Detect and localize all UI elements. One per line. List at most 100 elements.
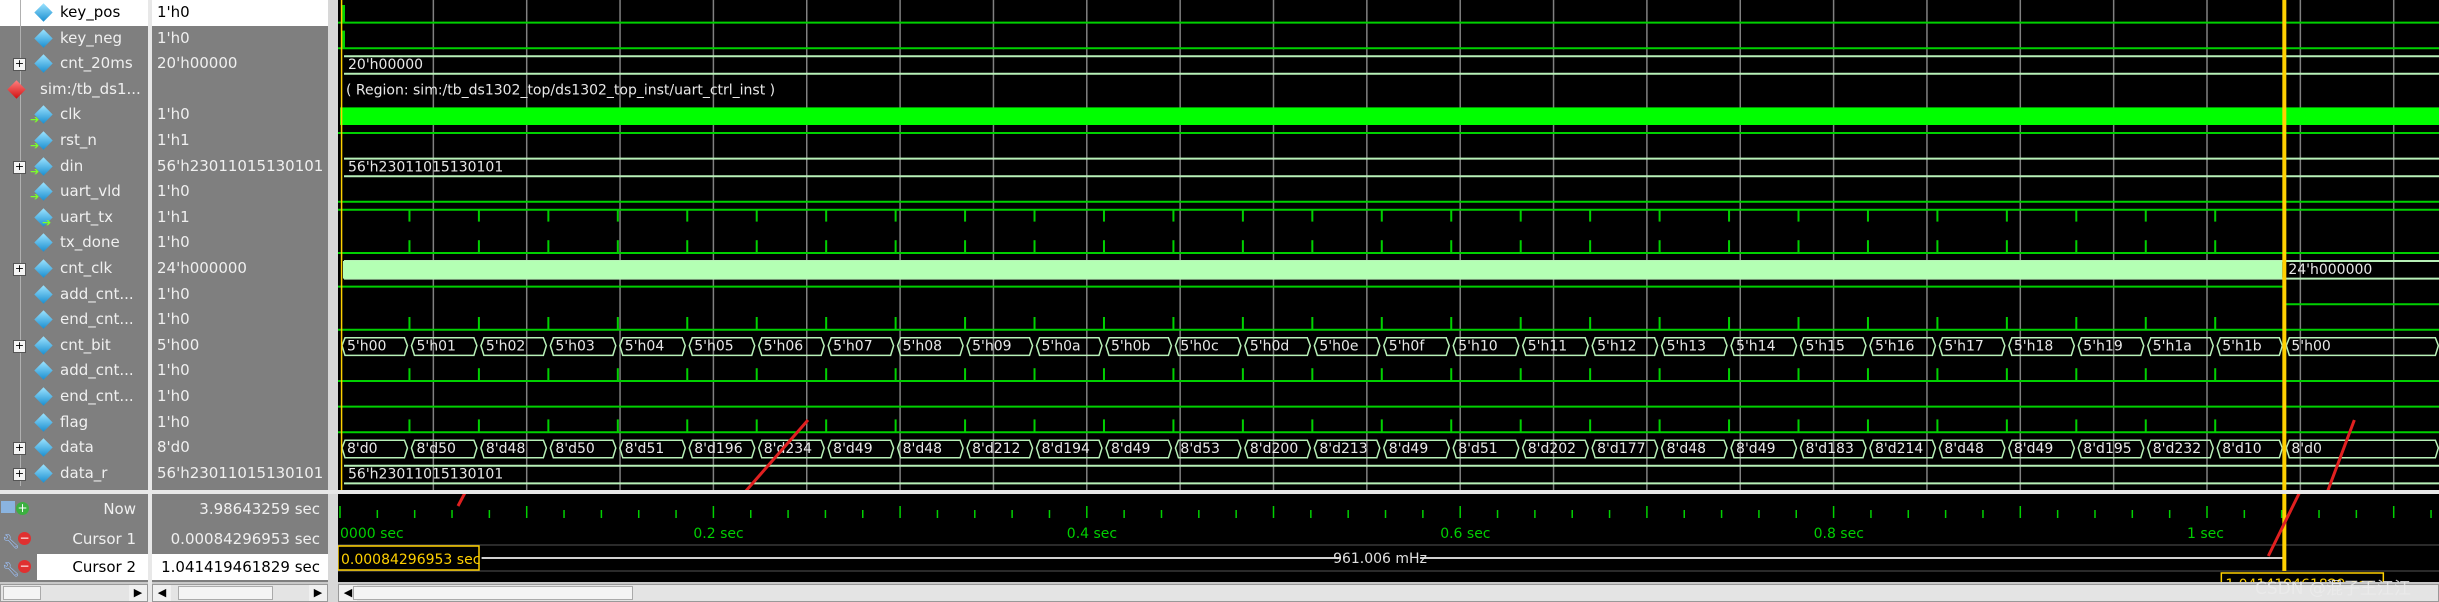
scroll-right-button[interactable]: ▶	[129, 585, 147, 601]
signal-diamond-icon	[34, 284, 53, 304]
bus-segment-label: 8'd214	[1875, 441, 1923, 457]
signal-row[interactable]: + data_r	[0, 460, 148, 487]
bus-value: 20'h00000	[348, 57, 423, 73]
signal-name: key_pos	[60, 3, 121, 21]
signal-value-row[interactable]: 1'h0	[152, 307, 328, 333]
signal-value-row[interactable]: 1'h0	[152, 230, 328, 256]
signal-value: 1'h0	[157, 28, 190, 47]
signal-row[interactable]: ➔ uart_tx	[0, 204, 148, 231]
signal-row[interactable]: key_neg	[0, 25, 148, 52]
signal-value-row[interactable]: 20'h00000	[152, 51, 328, 77]
busy-fill	[343, 261, 2283, 279]
names-scrollbar[interactable]: ▶	[0, 584, 148, 602]
signal-value: 1'h0	[157, 310, 190, 329]
waveform-area[interactable]: 20'h00000 ( Region: sim:/tb_ds1302_top/ds…	[338, 0, 2439, 490]
scroll-right-button[interactable]: ▶	[309, 585, 327, 601]
cursor-timeline[interactable]: 0000 sec 0.2 sec 0.4 sec 0.6 sec 0.8 sec 1 se…	[338, 494, 2439, 582]
bus-segment-label: 5'h15	[1806, 339, 1845, 355]
signal-row[interactable]: + cnt_20ms	[0, 51, 148, 77]
pane-splitter[interactable]	[328, 0, 338, 602]
bus-segment-label: 8'd48	[903, 441, 942, 457]
signal-value-row[interactable]: 56'h23011015130101	[152, 461, 328, 487]
signal-row[interactable]: add_cnt...	[0, 281, 148, 308]
bus-segment-label: 8'd48	[1667, 441, 1706, 457]
signal-value-row[interactable]: 5'h00	[152, 333, 328, 359]
signal-value-row[interactable]: 24'h000000	[152, 256, 328, 282]
signal-value: 5'h00	[157, 335, 200, 354]
bus-segment-label: 5'h00	[347, 339, 386, 355]
scroll-thumb[interactable]	[3, 586, 41, 600]
signal-diamond-icon	[34, 233, 53, 253]
scroll-thumb[interactable]	[353, 586, 633, 600]
signal-value-row[interactable]: 1'h0	[152, 358, 328, 384]
bus-segment-label: 5'h10	[1458, 339, 1497, 355]
signal-value: 1'h0	[157, 284, 190, 303]
signal-name: end_cnt...	[60, 310, 134, 329]
signal-value-row[interactable]: 56'h23011015130101	[152, 154, 328, 180]
signal-row[interactable]: end_cnt...	[0, 307, 148, 333]
bus-segment-label: 5'h05	[694, 339, 733, 355]
cursor2-row[interactable]: 🔧︎ − Cursor 2	[0, 554, 148, 580]
signal-value-row[interactable]: 1'h0	[152, 410, 328, 436]
signal-row[interactable]: add_cnt...	[0, 358, 148, 384]
signal-row[interactable]: + cnt_clk	[0, 256, 148, 282]
signal-diamond-icon	[34, 464, 53, 483]
expand-icon[interactable]: +	[13, 339, 26, 353]
expand-icon[interactable]: +	[13, 467, 26, 481]
add-cursor-icon[interactable]: +	[16, 502, 29, 515]
signal-row[interactable]: key_pos	[0, 0, 148, 26]
signal-name: uart_vld	[60, 182, 121, 201]
signal-row[interactable]: + ➔ din	[0, 153, 148, 180]
signal-row[interactable]: ➔ uart_vld	[0, 179, 148, 205]
bus-segment-label: 8'd0	[347, 441, 378, 457]
bus-segment-label: 8'd212	[972, 441, 1020, 457]
signal-value: 1'h0	[157, 3, 190, 21]
cursor2-value[interactable]: 1.041419461829 sec	[161, 554, 320, 580]
wave-scrollbar[interactable]: ◀	[338, 584, 2439, 602]
signal-row[interactable]: end_cnt...	[0, 384, 148, 410]
signal-value-row[interactable]: 1'h0	[152, 0, 328, 26]
clock-fill	[340, 107, 2439, 125]
expand-icon[interactable]: +	[13, 263, 26, 276]
signal-name: add_cnt...	[60, 361, 134, 380]
signal-value-row[interactable]: 1'h0	[152, 384, 328, 410]
signal-row[interactable]: + cnt_bit	[0, 332, 148, 359]
bus-segment-label: 8'd49	[833, 441, 872, 457]
wrench-icon[interactable]: 🔧︎	[2, 557, 20, 583]
signal-row[interactable]: ➔ rst_n	[0, 128, 148, 154]
expand-icon[interactable]: +	[13, 58, 26, 72]
wrench-icon[interactable]: 🔧︎	[2, 529, 20, 555]
cursor1-row[interactable]: 🔧︎ − Cursor 1	[0, 526, 148, 552]
signal-value-row[interactable]: 1'h0	[152, 282, 328, 308]
remove-cursor-icon[interactable]: −	[18, 532, 31, 545]
window-icon[interactable]	[1, 501, 15, 513]
signal-row[interactable]: ➔ clk	[0, 102, 148, 128]
signal-row[interactable]: + data	[0, 435, 148, 461]
signal-diamond-icon	[34, 361, 53, 381]
signal-row[interactable]: tx_done	[0, 230, 148, 256]
signal-value-row[interactable]: 1'h1	[152, 128, 328, 154]
signal-row[interactable]: flag	[0, 409, 148, 436]
signal-value: 1'h0	[157, 182, 190, 201]
expand-icon[interactable]: +	[13, 160, 26, 174]
bus-value: 56'h23011015130101	[348, 467, 503, 483]
scroll-left-button[interactable]: ◀	[153, 585, 171, 601]
signal-name: key_neg	[60, 28, 123, 47]
signal-value-row[interactable]: 1'h0	[152, 179, 328, 205]
signal-name: clk	[60, 105, 82, 124]
bus-segment-label: 5'h19	[2083, 339, 2122, 355]
values-scrollbar[interactable]: ◀ ▶	[152, 584, 328, 602]
signal-value-row[interactable]: 1'h0	[152, 102, 328, 128]
signal-diamond-icon	[34, 54, 53, 73]
signal-value-row[interactable]	[152, 77, 328, 103]
signal-row[interactable]: sim:/tb_ds1...	[0, 76, 148, 103]
signal-value-row[interactable]: 1'h1	[152, 205, 328, 231]
signal-value-row[interactable]: 8'd0	[152, 435, 328, 461]
expand-icon[interactable]: +	[13, 442, 26, 456]
signal-value-row[interactable]: 1'h0	[152, 26, 328, 52]
bus-segment-label: 8'd196	[694, 441, 742, 457]
scroll-thumb[interactable]	[178, 586, 273, 600]
bus-segment-label: 8'd50	[416, 441, 455, 457]
bus-segment-label: 5'h09	[972, 339, 1011, 355]
remove-cursor-icon[interactable]: −	[18, 560, 31, 573]
